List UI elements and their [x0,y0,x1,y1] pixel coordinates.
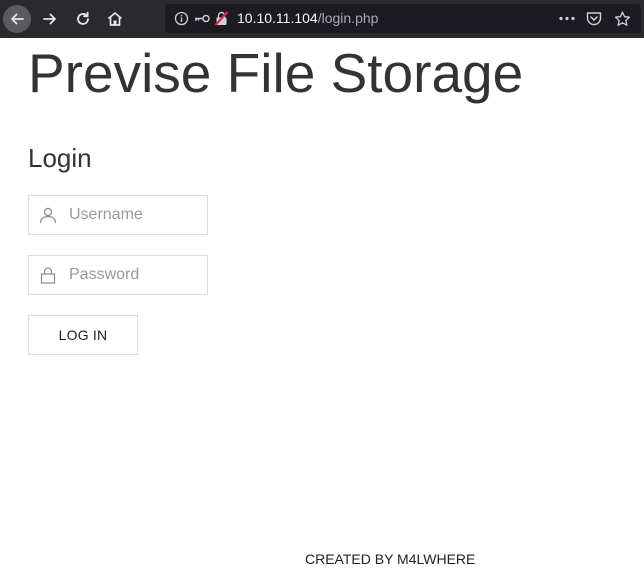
arrow-right-icon [43,13,56,25]
url-host: 10.10.11.104 [237,10,318,26]
username-field[interactable] [28,195,208,235]
pocket-icon[interactable] [586,11,602,26]
lock-icon [40,267,56,284]
insecure-lock-icon[interactable] [214,11,229,26]
username-input[interactable] [69,196,203,234]
home-button[interactable] [101,5,129,33]
arrow-left-icon [11,13,24,25]
back-button[interactable] [3,5,31,33]
password-input[interactable] [69,256,203,294]
url-text[interactable]: 10.10.11.104/login.php [237,10,378,27]
url-path: /login.php [317,10,379,26]
forward-button[interactable] [36,5,64,33]
password-field[interactable] [28,255,208,295]
browser-toolbar: 10.10.11.104/login.php [0,0,644,38]
home-icon [107,12,123,26]
site-title: Previse File Storage [28,42,524,104]
key-icon[interactable] [193,11,211,26]
user-icon [39,207,57,224]
login-heading: Login [28,143,92,173]
footer-credit: CREATED BY M4LWHERE [305,551,476,567]
login-button[interactable]: LOG IN [28,315,138,355]
page-content: Previse File Storage Login LOG IN CREATE… [0,38,644,569]
info-icon[interactable] [174,11,189,26]
bookmark-star-icon[interactable] [614,11,631,26]
url-bar[interactable]: 10.10.11.104/login.php [165,4,641,33]
reload-icon [77,11,89,25]
more-options-icon[interactable] [558,11,576,26]
reload-button[interactable] [69,5,97,33]
